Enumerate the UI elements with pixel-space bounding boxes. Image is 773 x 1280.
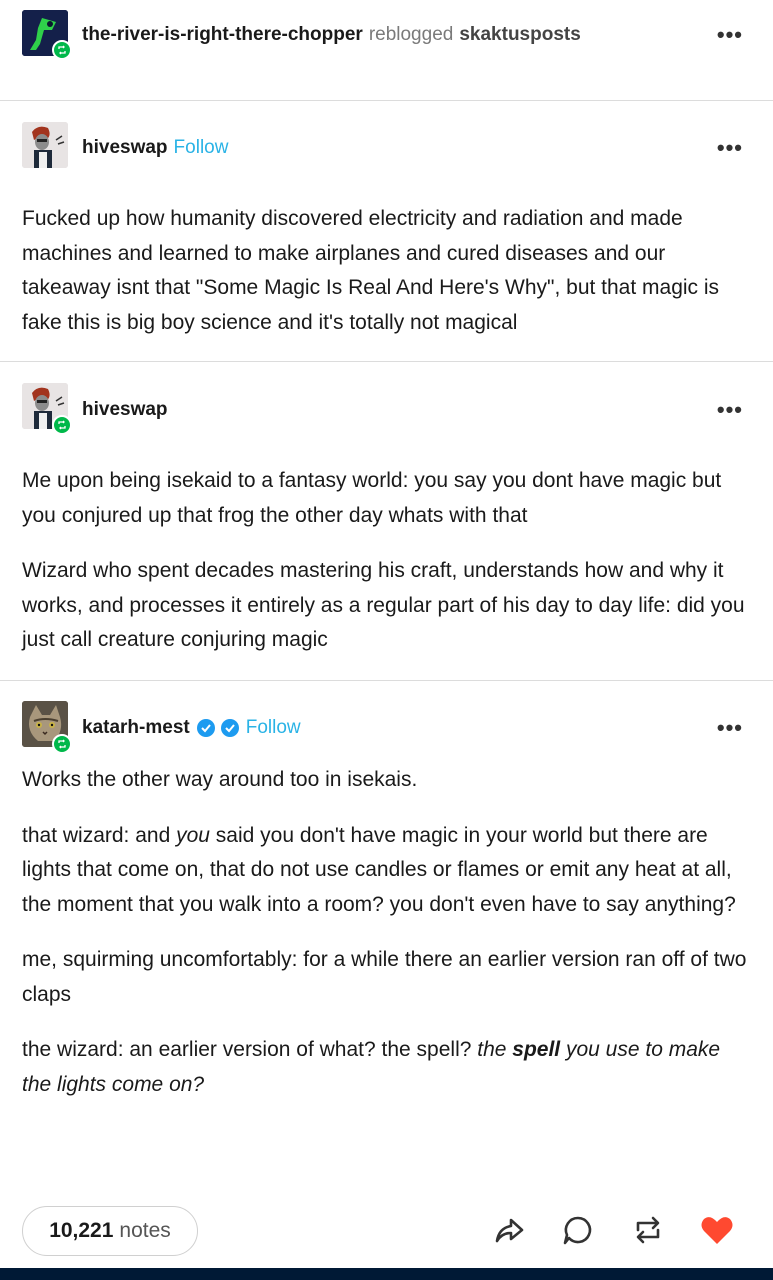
notes-count: 10,221 — [49, 1219, 114, 1242]
post-3-paragraph: the wizard: an earlier version of what? … — [22, 1033, 751, 1102]
reblog-badge-icon — [52, 40, 72, 60]
notes-button[interactable]: 10,221 notes — [22, 1206, 198, 1256]
post-3-paragraph: Works the other way around too in isekai… — [22, 768, 418, 791]
reblog-line: the-river-is-right-there-chopper reblogg… — [82, 24, 581, 46]
post-2-paragraph: Me upon being isekaid to a fantasy world… — [22, 469, 722, 527]
reblog-badge-icon — [52, 734, 72, 754]
post-3-paragraph: me, squirming uncomfortably: for a while… — [22, 948, 747, 1006]
share-icon[interactable] — [492, 1212, 528, 1248]
post-1-username[interactable]: hiveswap — [82, 137, 168, 159]
post-1-body: Fucked up how humanity discovered electr… — [0, 202, 773, 340]
follow-button[interactable]: Follow — [174, 137, 229, 159]
reblog-badge-icon — [52, 415, 72, 435]
like-heart-icon[interactable] — [699, 1212, 735, 1248]
post-3-more-options-icon[interactable]: ••• — [717, 717, 743, 739]
post-1-avatar[interactable] — [22, 122, 68, 168]
notes-label: notes — [119, 1219, 171, 1242]
post-3-body: Works the other way around too in isekai… — [0, 763, 773, 1102]
post-3: katarh-mest Follow ••• Works the other w… — [0, 681, 773, 1196]
reblog-header: the-river-is-right-there-chopper reblogg… — [0, 0, 773, 101]
post-3-paragraph: that wizard: and you said you don't have… — [22, 819, 751, 923]
post-2-header: hiveswap — [82, 399, 168, 421]
reply-icon[interactable] — [560, 1212, 596, 1248]
text-span: that wizard: and — [22, 823, 177, 847]
emphasis-text: the — [477, 1038, 513, 1061]
follow-button[interactable]: Follow — [246, 717, 301, 739]
post-3-header: katarh-mest Follow — [82, 717, 301, 739]
post-2: hiveswap ••• Me upon being isekaid to a … — [0, 362, 773, 681]
bottom-navigation-bar — [0, 1268, 773, 1280]
strong-emphasis-text: spell — [512, 1038, 561, 1061]
post-2-body: Me upon being isekaid to a fantasy world… — [0, 464, 773, 658]
reblog-source-name[interactable]: skaktusposts — [459, 24, 580, 46]
reblogged-label: reblogged — [368, 24, 454, 45]
more-options-icon[interactable]: ••• — [717, 24, 743, 46]
post-1-paragraph: Fucked up how humanity discovered electr… — [22, 207, 720, 334]
post-1: hiveswap Follow ••• ••• Fucked up how hu… — [0, 101, 773, 362]
post-2-paragraph: Wizard who spent decades mastering his c… — [22, 559, 745, 651]
emphasis-text: you — [176, 823, 210, 847]
post-3-username[interactable]: katarh-mest — [82, 717, 190, 739]
post-footer: 10,221 notes — [0, 1196, 773, 1266]
text-span: the wizard: an earlier version of what? … — [22, 1038, 478, 1061]
reblogger-name[interactable]: the-river-is-right-there-chopper — [82, 24, 363, 46]
reblog-icon[interactable] — [630, 1212, 666, 1248]
post-1-more-options-icon[interactable]: ••• — [717, 137, 743, 159]
verified-badge-icon — [196, 719, 215, 737]
post-2-username[interactable]: hiveswap — [82, 399, 168, 421]
verified-badge-icon — [220, 719, 239, 737]
post-2-more-options-icon[interactable]: ••• — [717, 399, 743, 421]
post-1-header: hiveswap Follow — [82, 137, 228, 159]
